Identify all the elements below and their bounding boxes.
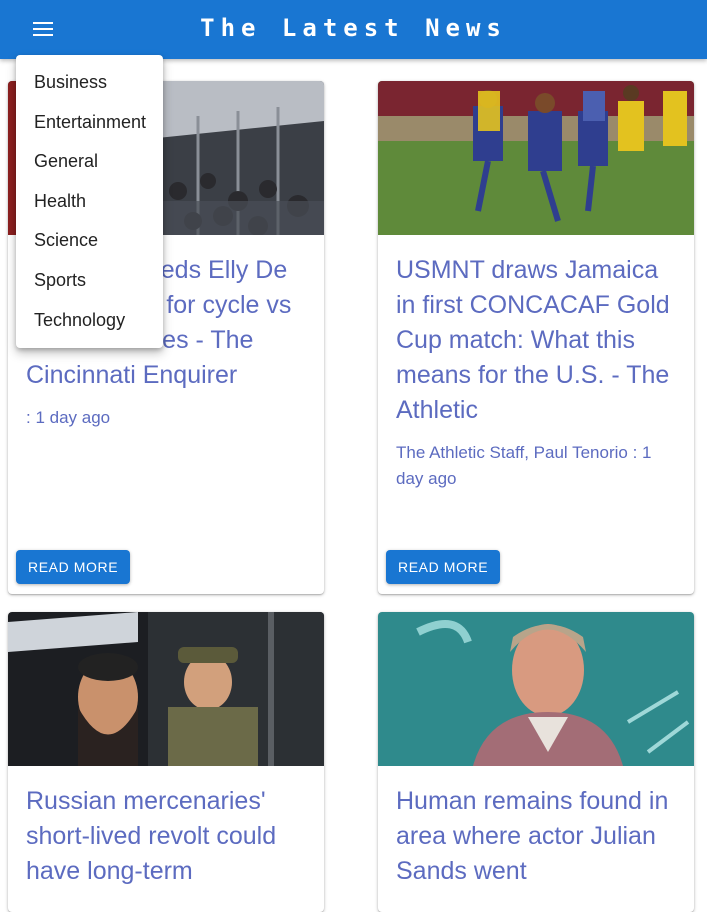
app-bar: The Latest News [0,0,707,59]
read-more-button[interactable]: READ MORE [386,550,501,584]
menu-item-technology[interactable]: Technology [16,301,163,341]
article-meta: The Athletic Staff, Paul Tenorio : 1 day… [396,443,652,488]
menu-item-sports[interactable]: Sports [16,261,163,301]
article-headline[interactable]: Human remains found in area where actor … [396,784,676,889]
article-headline[interactable]: Russian mercenaries' short-lived revolt … [26,784,306,889]
article-headline[interactable]: USMNT draws Jamaica in first CONCACAF Go… [396,253,676,428]
article-image-actor[interactable] [378,612,694,766]
article-card: USMNT draws Jamaica in first CONCACAF Go… [378,81,694,594]
article-image-mercenaries[interactable] [8,612,324,766]
menu-item-science[interactable]: Science [16,221,163,261]
app-title: The Latest News [200,14,507,42]
menu-item-business[interactable]: Business [16,63,163,103]
menu-item-general[interactable]: General [16,142,163,182]
article-meta: : 1 day ago [26,408,111,427]
article-card: Human remains found in area where actor … [378,612,694,912]
article-image-soccer[interactable] [378,81,694,235]
read-more-button[interactable]: READ MORE [16,550,131,584]
menu-item-health[interactable]: Health [16,182,163,222]
menu-item-entertainment[interactable]: Entertainment [16,103,163,143]
article-card: Russian mercenaries' short-lived revolt … [8,612,324,912]
category-menu: Business Entertainment General Health Sc… [16,55,163,348]
